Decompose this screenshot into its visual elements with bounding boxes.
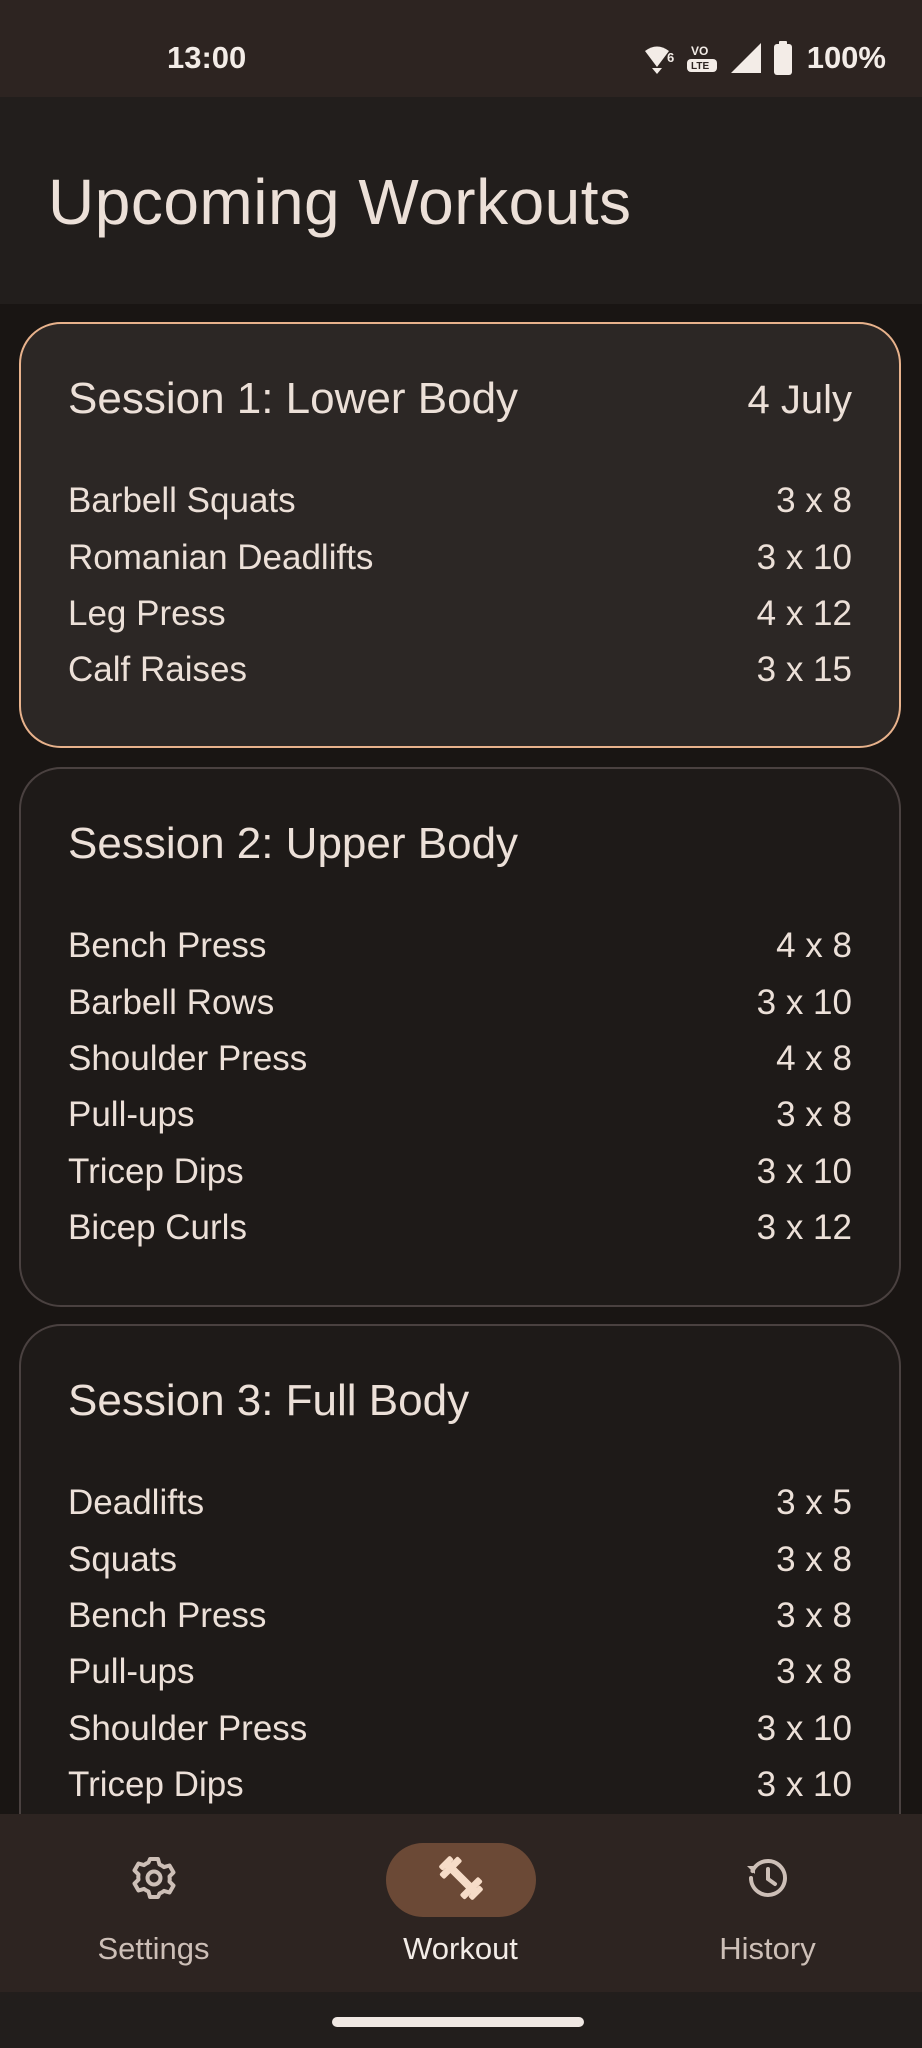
exercise-sets: 4 x 12 xyxy=(756,593,852,633)
exercise-name: Squats xyxy=(68,1539,177,1579)
dumbbell-icon xyxy=(435,1852,487,1909)
session-card-3[interactable]: Session 3: Full Body Deadlifts 3 x 5 Squ… xyxy=(19,1324,901,1814)
exercise-sets: 3 x 15 xyxy=(756,650,852,690)
exercise-name: Bench Press xyxy=(68,1595,267,1635)
bottom-navigation: Settings Workout History xyxy=(0,1814,922,1992)
exercise-row: Tricep Dips 3 x 10 xyxy=(68,1144,852,1200)
exercise-row: Barbell Rows 3 x 10 xyxy=(68,974,852,1030)
exercise-row: Squats 3 x 8 xyxy=(68,1531,852,1587)
exercise-sets: 3 x 10 xyxy=(756,982,852,1022)
exercise-sets: 3 x 8 xyxy=(776,1539,852,1579)
session-title: Session 1: Lower Body xyxy=(68,374,519,423)
exercise-name: Tricep Dips xyxy=(68,1765,244,1805)
exercise-list: Deadlifts 3 x 5 Squats 3 x 8 Bench Press… xyxy=(68,1475,852,1813)
exercise-row: Pull-ups 3 x 8 xyxy=(68,1087,852,1143)
gesture-area xyxy=(0,1992,922,2048)
exercise-name: Bicep Curls xyxy=(68,1208,247,1248)
exercise-name: Tricep Dips xyxy=(68,1151,244,1191)
exercise-row: Pull-ups 3 x 8 xyxy=(68,1644,852,1700)
cell-signal-icon xyxy=(729,42,763,74)
exercise-row: Leg Press 4 x 12 xyxy=(68,586,852,642)
exercise-sets: 3 x 8 xyxy=(776,1095,852,1135)
app-header: Upcoming Workouts xyxy=(0,97,922,304)
exercise-name: Leg Press xyxy=(68,593,226,633)
workout-list[interactable]: Session 1: Lower Body 4 July Barbell Squ… xyxy=(0,304,922,1814)
nav-icon-container xyxy=(693,1843,843,1917)
svg-text:6: 6 xyxy=(667,50,674,65)
exercise-sets: 3 x 10 xyxy=(756,1151,852,1191)
volte-icon: VO LTE xyxy=(685,42,719,74)
nav-icon-container xyxy=(79,1843,229,1917)
exercise-sets: 4 x 8 xyxy=(776,1038,852,1078)
gear-icon xyxy=(130,1854,178,1907)
nav-icon-container xyxy=(385,1843,536,1917)
exercise-name: Bench Press xyxy=(68,926,267,966)
home-gesture-handle[interactable] xyxy=(332,2017,584,2027)
exercise-sets: 3 x 8 xyxy=(776,1652,852,1692)
battery-percentage: 100% xyxy=(806,40,886,75)
exercise-sets: 3 x 10 xyxy=(756,1765,852,1805)
nav-item-workout[interactable]: Workout xyxy=(307,1814,614,1992)
status-icons: 6 VO LTE 100% xyxy=(643,38,886,78)
page-title: Upcoming Workouts xyxy=(48,166,632,238)
nav-item-settings[interactable]: Settings xyxy=(0,1814,307,1992)
exercise-name: Calf Raises xyxy=(68,650,247,690)
exercise-sets: 3 x 10 xyxy=(756,537,852,577)
exercise-sets: 3 x 12 xyxy=(756,1208,852,1248)
nav-label: History xyxy=(719,1931,816,1966)
exercise-name: Romanian Deadlifts xyxy=(68,537,374,577)
exercise-sets: 3 x 8 xyxy=(776,1595,852,1635)
session-card-1[interactable]: Session 1: Lower Body 4 July Barbell Squ… xyxy=(19,322,901,748)
exercise-name: Barbell Rows xyxy=(68,982,275,1022)
wifi-6-icon: 6 xyxy=(643,42,675,74)
exercise-name: Shoulder Press xyxy=(68,1708,308,1748)
exercise-row: Shoulder Press 4 x 8 xyxy=(68,1031,852,1087)
exercise-sets: 4 x 8 xyxy=(776,926,852,966)
exercise-row: Calf Raises 3 x 15 xyxy=(68,642,852,698)
nav-label: Settings xyxy=(97,1931,210,1966)
nav-label: Workout xyxy=(403,1931,518,1966)
svg-text:VO: VO xyxy=(691,44,708,58)
session-date: 4 July xyxy=(747,378,853,422)
exercise-list: Bench Press 4 x 8 Barbell Rows 3 x 10 Sh… xyxy=(68,918,852,1256)
status-bar: 13:00 6 VO LTE 100% xyxy=(0,0,922,97)
exercise-row: Barbell Squats 3 x 8 xyxy=(68,473,852,529)
exercise-name: Pull-ups xyxy=(68,1095,195,1135)
exercise-sets: 3 x 8 xyxy=(776,481,852,521)
exercise-name: Barbell Squats xyxy=(68,481,296,521)
session-title: Session 3: Full Body xyxy=(68,1376,470,1425)
nav-item-history[interactable]: History xyxy=(614,1814,921,1992)
exercise-row: Bench Press 4 x 8 xyxy=(68,918,852,974)
session-card-2[interactable]: Session 2: Upper Body Bench Press 4 x 8 … xyxy=(19,767,901,1307)
exercise-sets: 3 x 10 xyxy=(756,1708,852,1748)
exercise-row: Bench Press 3 x 8 xyxy=(68,1588,852,1644)
exercise-name: Deadlifts xyxy=(68,1483,205,1523)
battery-icon xyxy=(773,41,793,75)
exercise-row: Tricep Dips 3 x 10 xyxy=(68,1757,852,1813)
history-icon xyxy=(744,1854,792,1907)
exercise-row: Bicep Curls 3 x 12 xyxy=(68,1200,852,1256)
exercise-row: Shoulder Press 3 x 10 xyxy=(68,1701,852,1757)
exercise-row: Deadlifts 3 x 5 xyxy=(68,1475,852,1531)
exercise-row: Romanian Deadlifts 3 x 10 xyxy=(68,529,852,585)
svg-text:LTE: LTE xyxy=(691,61,709,72)
status-time: 13:00 xyxy=(167,40,247,75)
exercise-list: Barbell Squats 3 x 8 Romanian Deadlifts … xyxy=(68,473,852,699)
exercise-sets: 3 x 5 xyxy=(776,1483,852,1523)
exercise-name: Pull-ups xyxy=(68,1652,195,1692)
session-title: Session 2: Upper Body xyxy=(68,819,519,868)
exercise-name: Shoulder Press xyxy=(68,1038,308,1078)
